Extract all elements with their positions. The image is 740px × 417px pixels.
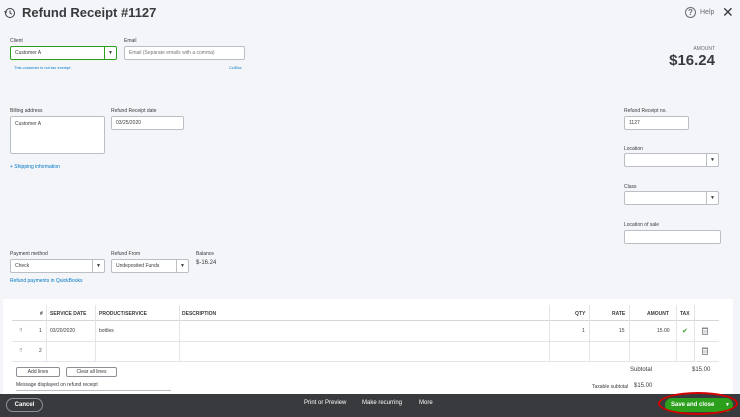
subtotal-label: Subtotal [630,367,653,373]
refund-no-label: Refund Receipt no. [624,108,667,114]
taxable-subtotal-label: Taxable subtotal [592,384,629,390]
location-of-sale-label: Location of sale [624,222,660,228]
col-header-rate: RATE [612,311,626,317]
col-header-product: PRODUCT/SERVICE [99,311,147,317]
billing-address-field[interactable]: Customer A [10,116,105,154]
message-field[interactable] [16,390,171,391]
chevron-down-icon[interactable]: ▼ [92,260,104,272]
add-lines-button[interactable]: Add lines [16,367,60,377]
row-service-date[interactable]: 03/20/2020 [50,328,75,334]
message-label: Message displayed on refund receipt [16,382,98,388]
row-product[interactable]: bottles [99,328,114,334]
client-value: Customer A [15,50,42,56]
column-divider [676,305,677,361]
payment-method-label: Payment method [10,251,48,257]
location-of-sale-field[interactable] [624,230,721,244]
chevron-down-icon[interactable]: ▼ [104,47,116,59]
cc-bcc-link[interactable]: Cc/Bcc [229,65,242,70]
client-label: Client [10,38,23,44]
shipping-info-link[interactable]: + Shipping information [10,164,60,170]
refund-from-value: Undeposited Funds [116,263,160,269]
trash-icon[interactable] [702,347,708,355]
page-title: Refund Receipt #1127 [22,5,157,20]
refund-date-field[interactable]: 03/25/2020 [111,116,184,130]
drag-handle-icon[interactable]: ⠿ [19,328,23,334]
column-divider [629,305,630,361]
refund-no-value: 1127 [629,120,640,126]
make-recurring-button[interactable]: Make recurring [362,400,402,406]
row-num: 2 [39,348,42,354]
more-button[interactable]: More [419,400,433,406]
amount-value: $16.24 [669,52,715,69]
payment-method-select[interactable]: Check ▼ [10,259,105,273]
print-preview-button[interactable]: Print or Preview [304,400,346,406]
col-header-tax: TAX [680,311,690,317]
column-divider [95,305,96,361]
chevron-down-icon[interactable]: ▼ [706,154,718,166]
chevron-down-icon[interactable]: ▼ [176,260,188,272]
column-divider [694,305,695,361]
taxable-subtotal-value: $15.00 [634,383,653,389]
row-num: 1 [39,328,42,334]
email-field[interactable] [124,46,245,60]
history-icon[interactable] [4,7,16,19]
row-rate[interactable]: 15 [619,328,625,334]
tax-exempt-note: This customer is not tax exempt [14,65,71,70]
cancel-button[interactable]: Cancel [6,398,43,412]
payment-method-value: Check [15,263,30,269]
chevron-down-icon[interactable]: ▼ [706,192,718,204]
row-amount[interactable]: 15.00 [657,328,670,334]
email-label: Email [124,38,137,44]
trash-icon[interactable] [702,327,708,335]
refund-date-label: Refund Receipt date [111,108,157,114]
location-label: Location [624,146,643,152]
col-header-qty: QTY [575,311,586,317]
col-header-num: # [40,311,43,317]
drag-handle-icon[interactable]: ⠿ [19,348,23,354]
row-divider [12,341,719,342]
class-label: Class [624,184,637,190]
col-header-description: DESCRIPTION [182,311,217,317]
billing-address-label: Billing address [10,108,43,114]
column-divider [46,305,47,361]
refund-from-label: Refund From [111,251,141,257]
refund-from-select[interactable]: Undeposited Funds ▼ [111,259,189,273]
clear-lines-button[interactable]: Clear all lines [66,367,117,377]
refund-no-field[interactable]: 1127 [624,116,689,130]
row-divider [12,361,719,362]
balance-label: Balance [196,251,215,257]
help-label: Help [700,9,715,16]
column-divider [549,305,550,361]
col-header-service-date: SERVICE DATE [50,311,87,317]
subtotal-value: $15.00 [692,367,711,373]
class-select[interactable]: ▼ [624,191,719,205]
refund-date-value: 03/25/2020 [116,120,142,126]
highlight-annotation [658,392,738,415]
refund-payments-link[interactable]: Refund payments in QuickBooks [10,278,83,284]
location-select[interactable]: ▼ [624,153,719,167]
row-qty[interactable]: 1 [582,328,585,334]
help-icon: ? [685,7,696,18]
column-divider [179,305,180,361]
column-divider [589,305,590,361]
client-select[interactable]: Customer A ▼ [10,46,117,60]
table-header-divider [12,320,719,321]
col-header-amount: AMOUNT [647,311,669,317]
close-icon[interactable]: ✕ [722,5,734,19]
help-button[interactable]: ? Help [685,7,714,18]
tax-check-icon[interactable]: ✔ [682,327,688,335]
billing-address-value: Customer A [15,121,42,127]
balance-value: $-16.24 [196,260,217,266]
